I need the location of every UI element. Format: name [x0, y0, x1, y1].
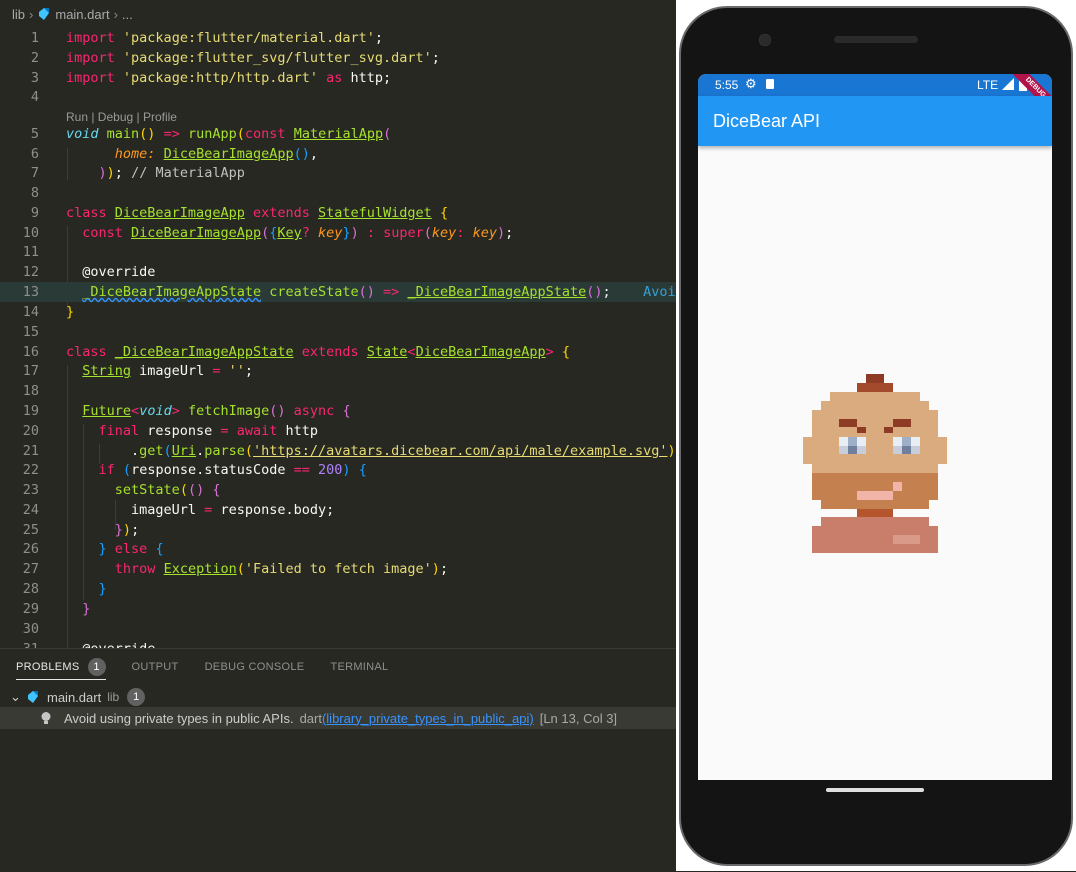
- code-line[interactable]: 18: [0, 381, 676, 401]
- code-line[interactable]: 21 .get(Uri.parse('https://avatars.diceb…: [0, 441, 676, 461]
- problem-location: [Ln 13, Col 3]: [539, 710, 618, 726]
- code-editor[interactable]: lib › main.dart › ... 1 import 'package:f…: [0, 0, 676, 648]
- code-line[interactable]: 12 @override: [0, 262, 676, 282]
- tab-terminal[interactable]: TERMINAL: [330, 655, 388, 679]
- dart-file-icon: [39, 8, 50, 20]
- tab-problems[interactable]: PROBLEMS 1: [16, 655, 106, 680]
- code-line[interactable]: 14}: [0, 302, 676, 322]
- code-line[interactable]: 20 final response = await http: [0, 421, 676, 441]
- code-line[interactable]: 10 const DiceBearImageApp({Key? key}) : …: [0, 223, 676, 243]
- code-line[interactable]: 5 void main() => runApp(const MaterialApp…: [0, 124, 676, 144]
- code-line[interactable]: 22 if (response.statusCode == 200) {: [0, 460, 676, 480]
- problems-count-badge: 1: [87, 658, 106, 676]
- codelens-run-debug-profile[interactable]: Run | Debug | Profile: [66, 109, 177, 125]
- code-line[interactable]: 11: [0, 242, 676, 262]
- problem-message: Avoid using private types in public APIs…: [64, 710, 294, 726]
- problem-item[interactable]: Avoid using private types in public APIs…: [0, 707, 676, 729]
- code-line[interactable]: 27 throw Exception('Failed to fetch imag…: [0, 559, 676, 579]
- code-line[interactable]: 17 String imageUrl = '';: [0, 361, 676, 381]
- code-line[interactable]: 4: [0, 87, 676, 107]
- breadcrumb-file[interactable]: main.dart: [55, 7, 109, 22]
- breadcrumb-more[interactable]: ...: [122, 7, 133, 22]
- code-line[interactable]: 23 setState(() {: [0, 480, 676, 500]
- breadcrumb-folder[interactable]: lib: [12, 7, 25, 22]
- code-line[interactable]: 25 });: [0, 520, 676, 540]
- problem-file-row[interactable]: ⌄ main.dart lib 1: [0, 686, 676, 708]
- code-line[interactable]: 31 @override: [0, 639, 676, 648]
- code-line[interactable]: 16 class _DiceBearImageAppState extends S…: [0, 342, 676, 362]
- speaker-grille: [834, 36, 918, 43]
- code-line[interactable]: 28 }: [0, 579, 676, 599]
- code-line[interactable]: 2 import 'package:flutter_svg/flutter_svg…: [0, 48, 676, 68]
- code-line[interactable]: 6 home: DiceBearImageApp(),: [0, 144, 676, 164]
- code-line[interactable]: 29 }: [0, 599, 676, 619]
- chevron-down-icon[interactable]: ⌄: [10, 689, 24, 705]
- problem-file-name: main.dart: [47, 689, 102, 705]
- front-camera-icon: [759, 34, 771, 46]
- code-line[interactable]: 19 Future<void> fetchImage() async {: [0, 401, 676, 421]
- problem-file-folder: lib: [107, 690, 120, 704]
- code-line[interactable]: 30: [0, 619, 676, 639]
- dart-file-icon: [28, 691, 38, 703]
- avatar-image: [803, 374, 947, 553]
- lightbulb-icon: [40, 711, 60, 726]
- code-line[interactable]: 9 class DiceBearImageApp extends Stateful…: [0, 203, 676, 223]
- home-indicator[interactable]: [826, 788, 924, 792]
- tab-output[interactable]: OUTPUT: [132, 655, 179, 679]
- panel-tabs: PROBLEMS 1 OUTPUT DEBUG CONSOLE TERMINAL: [0, 655, 398, 681]
- code-line[interactable]: 7 )); // MaterialApp: [0, 163, 676, 183]
- breadcrumb: lib › main.dart › ...: [0, 0, 676, 28]
- phone-screen[interactable]: 5:55 ⚙ LTE DEBUG DiceBear API: [698, 74, 1052, 780]
- tab-debug-console[interactable]: DEBUG CONSOLE: [205, 655, 305, 679]
- code-line[interactable]: 1 import 'package:flutter/material.dart';: [0, 28, 676, 48]
- code-line[interactable]: 15: [0, 322, 676, 342]
- code-line[interactable]: 26 } else {: [0, 539, 676, 559]
- inline-diagnostic-hint: Avoid: [643, 284, 676, 300]
- chevron-right-icon: ›: [113, 6, 118, 22]
- code-line[interactable]: 3 import 'package:http/http.dart' as http…: [0, 68, 676, 88]
- problem-source: dart: [299, 710, 322, 726]
- code-line-highlighted[interactable]: 13 _DiceBearImageAppState createState() …: [0, 282, 676, 302]
- code-line[interactable]: 24 imageUrl = response.body;: [0, 500, 676, 520]
- chevron-right-icon: ›: [29, 6, 34, 22]
- code-line[interactable]: 8: [0, 183, 676, 203]
- file-problem-count-badge: 1: [127, 688, 146, 706]
- problem-code-link[interactable]: (library_private_types_in_public_api): [322, 711, 534, 726]
- bottom-panel: PROBLEMS 1 OUTPUT DEBUG CONSOLE TERMINAL …: [0, 648, 676, 872]
